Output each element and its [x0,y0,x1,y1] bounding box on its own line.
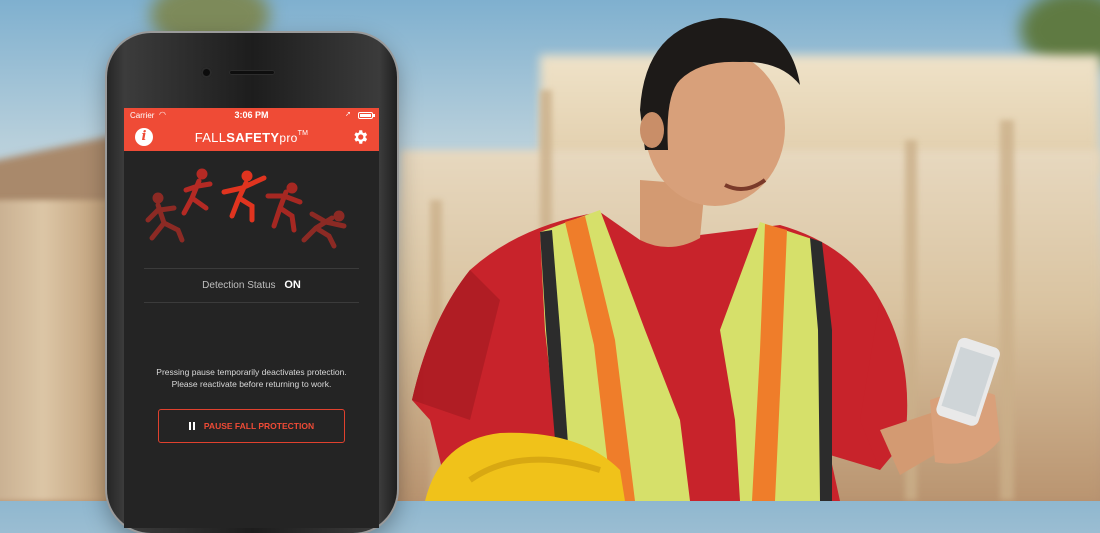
pause-fall-protection-button[interactable]: PAUSE FALL PROTECTION [158,409,345,443]
earpiece-speaker [229,70,275,75]
beam [905,140,917,500]
fall-figures-icon [145,168,347,249]
pause-note-line1: Pressing pause temporarily deactivates p… [156,367,347,377]
pause-icon [188,422,195,430]
figure-tripping [181,168,213,216]
divider [144,302,359,303]
detection-status-value: ON [284,279,301,291]
app-title: FALLSAFETYproTM [124,130,379,145]
phone-device: Carrier ◠ 3:06 PM ➚ i FALLSAFETYproTM De… [107,33,397,533]
beam [540,90,552,230]
app-title-part2: SAFETY [226,130,280,145]
front-camera [201,67,212,78]
detection-status-label: Detection Status [202,280,276,291]
location-icon: ➚ [345,111,351,118]
trademark: TM [297,130,309,137]
gear-icon[interactable] [351,128,369,146]
app-header: i FALLSAFETYproTM [124,123,379,151]
figure-fallen [145,192,185,243]
beam [1000,120,1014,500]
status-time: 3:06 PM [234,110,269,120]
app-title-part1: FALL [194,130,227,145]
figure-falling [221,170,267,223]
beam [430,200,442,500]
pause-button-label: PAUSE FALL PROTECTION [203,421,315,431]
figure-collapsing [301,210,347,249]
figure-stumbling [265,182,303,233]
house-left [0,200,120,501]
app-screen: Carrier ◠ 3:06 PM ➚ i FALLSAFETYproTM De… [124,108,379,528]
app-title-part3: pro [279,131,298,145]
building-frame [400,150,1100,501]
divider [144,268,359,269]
status-bar: Carrier ◠ 3:06 PM ➚ [124,108,379,123]
battery-icon [358,112,375,119]
pause-note: Pressing pause temporarily deactivates p… [134,366,369,390]
detection-status: Detection Status ON [124,279,379,291]
pause-note-line2: Please reactivate before returning to wo… [171,379,332,389]
